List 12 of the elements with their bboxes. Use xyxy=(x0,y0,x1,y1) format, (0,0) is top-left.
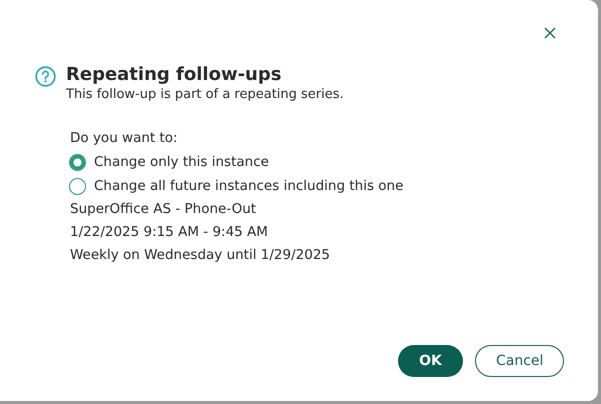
help-icon xyxy=(35,66,56,87)
radio-option[interactable]: Change all future instances including this one xyxy=(70,174,404,198)
ok-button[interactable]: OK xyxy=(398,345,463,377)
close-icon[interactable] xyxy=(544,27,556,39)
detail-text: SuperOffice AS - Phone-Out xyxy=(70,200,256,219)
cancel-button[interactable]: Cancel xyxy=(475,345,564,377)
detail-text: Weekly on Wednesday until 1/29/2025 xyxy=(70,246,330,265)
detail-text: 1/22/2025 9:15 AM - 9:45 AM xyxy=(70,223,268,242)
radio-option[interactable]: Change only this instance xyxy=(70,150,269,174)
dialog-title: Repeating follow-ups xyxy=(66,64,282,86)
dialog-subtitle: This follow-up is part of a repeating series. xyxy=(66,86,344,103)
question-label: Do you want to: xyxy=(70,129,178,148)
